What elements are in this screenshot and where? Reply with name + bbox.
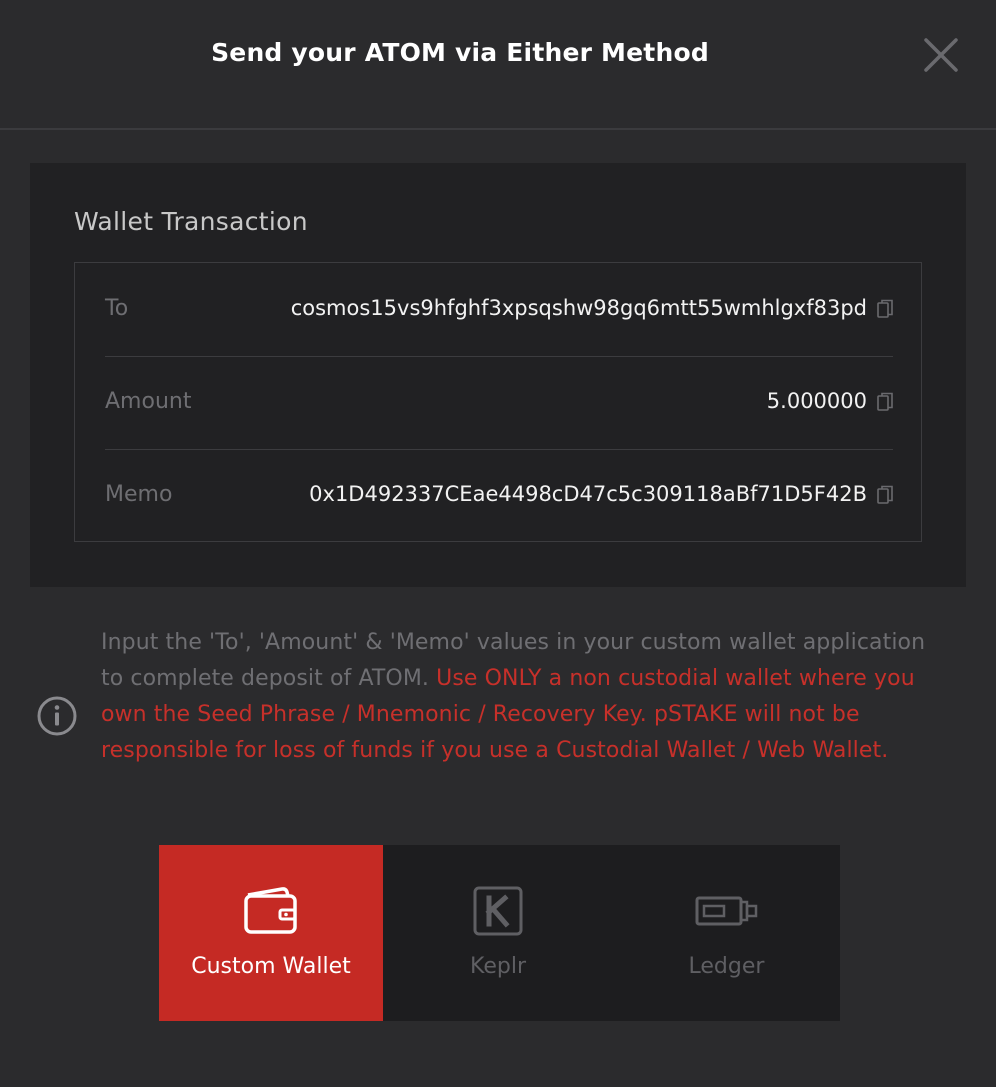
- memo-label: Memo: [105, 482, 173, 507]
- wallet-icon: [244, 887, 297, 934]
- ledger-label: Ledger: [688, 954, 765, 979]
- send-atom-modal: Send your ATOM via Either Method Wallet …: [0, 0, 996, 1087]
- copy-icon[interactable]: [877, 299, 893, 319]
- custom-wallet-label: Custom Wallet: [191, 954, 351, 979]
- copy-icon[interactable]: [877, 392, 893, 412]
- transaction-row-amount: Amount 5.000000: [105, 356, 893, 450]
- amount-label: Amount: [105, 389, 192, 414]
- custom-wallet-option[interactable]: Custom Wallet: [159, 845, 383, 1021]
- ledger-option[interactable]: Ledger: [613, 845, 840, 1021]
- memo-value: 0x1D492337CEae4498cD47c5c309118aBf71D5F4…: [309, 482, 867, 506]
- to-address-value: cosmos15vs9hfghf3xpsqshw98gq6mtt55wmhlgx…: [290, 296, 867, 320]
- close-icon: [924, 38, 958, 72]
- copy-icon[interactable]: [877, 485, 893, 505]
- send-method-selector: Custom Wallet Keplr Ledger: [159, 845, 840, 1021]
- transaction-details: To cosmos15vs9hfghf3xpsqshw98gq6mtt55wmh…: [74, 262, 922, 542]
- amount-value: 5.000000: [766, 389, 867, 413]
- keplr-icon: [473, 886, 523, 936]
- info-icon: [36, 695, 78, 737]
- modal-title: Send your ATOM via Either Method: [211, 38, 709, 67]
- transaction-row-memo: Memo 0x1D492337CEae4498cD47c5c309118aBf7…: [105, 449, 893, 542]
- keplr-label: Keplr: [470, 954, 526, 979]
- modal-header: Send your ATOM via Either Method: [0, 0, 996, 130]
- keplr-option[interactable]: Keplr: [383, 845, 613, 1021]
- to-label: To: [105, 296, 129, 321]
- wallet-transaction-panel: Wallet Transaction To cosmos15vs9hfghf3x…: [30, 163, 966, 587]
- deposit-instructions: Input the 'To', 'Amount' & 'Memo' values…: [101, 625, 931, 769]
- wallet-transaction-title: Wallet Transaction: [74, 207, 308, 236]
- ledger-icon: [695, 896, 757, 926]
- transaction-row-to: To cosmos15vs9hfghf3xpsqshw98gq6mtt55wmh…: [105, 263, 893, 357]
- close-button[interactable]: [919, 33, 963, 77]
